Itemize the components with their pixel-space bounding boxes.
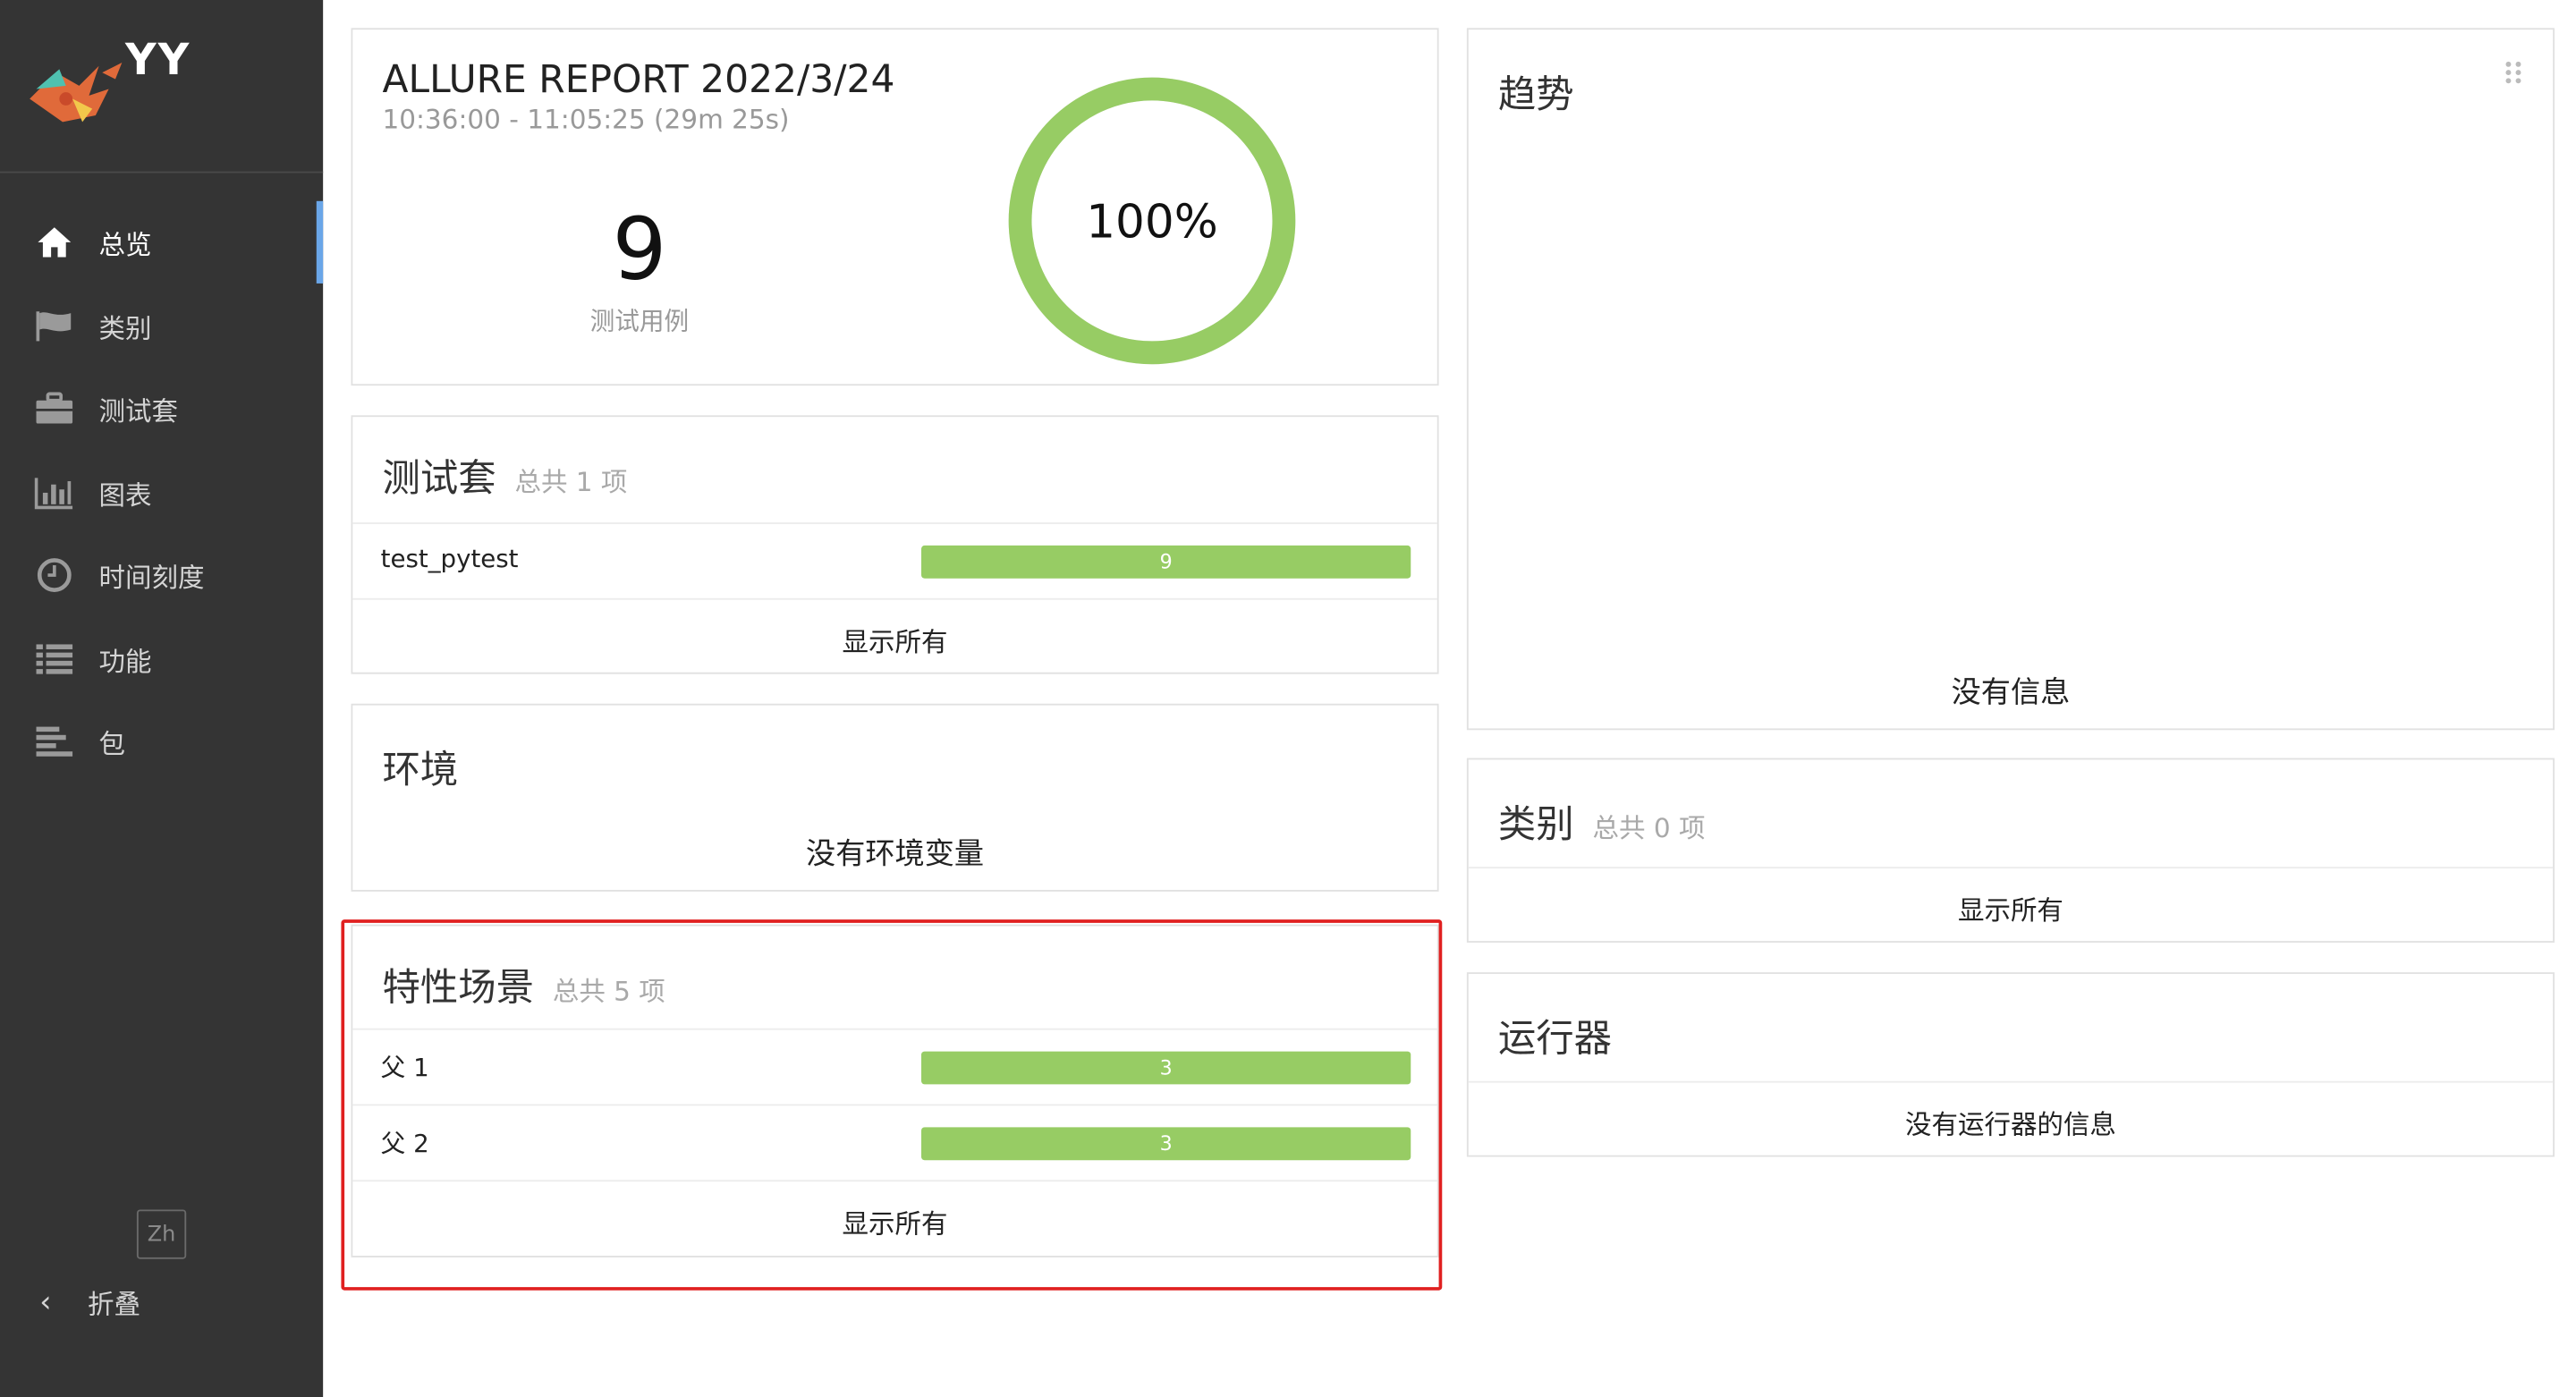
suites-title-row: 测试套 总共 1 项 [352,446,627,503]
sidebar-item-overview[interactable]: 总览 [0,200,324,284]
sidebar-item-label: 包 [98,728,126,760]
sidebar-nav: 总览 类别 测试套 图表 时间刻度 功能 包 [0,200,324,783]
brand-title[interactable]: YY [125,37,191,86]
show-all-row: 显示所有 [1468,867,2554,944]
test-count-label: 测试用例 [589,306,690,336]
trend-widget: 趋势 没有信息 [1466,28,2555,731]
environment-empty-message: 没有环境变量 [806,837,985,872]
clock-icon [33,555,76,597]
sidebar-item-behaviors[interactable]: 功能 [0,617,323,700]
chevron-left-icon: ‹ [39,1284,52,1320]
sidebar-item-packages[interactable]: 包 [0,700,323,783]
collapse-button[interactable]: ‹ 折叠 [0,1275,323,1328]
sidebar-item-label: 时间刻度 [98,562,205,594]
show-all-button[interactable]: 显示所有 [352,620,1436,659]
executors-empty-message: 没有运行器的信息 [1905,1109,2116,1141]
sidebar-item-graphs[interactable]: 图表 [0,451,323,534]
report-title: ALLURE REPORT 2022/3/24 [382,59,895,103]
categories-title: 类别 [1497,804,1574,848]
sidebar: YY 总览 类别 测试套 图表 时间刻度 功能 包 Zh ‹ 折叠 [0,0,324,1397]
sidebar-item-label: 类别 [98,312,152,344]
suites-count: 总共 1 项 [514,466,628,498]
drag-handle-icon[interactable] [2504,59,2523,85]
environment-title: 环境 [382,749,459,793]
bar-chart-icon [33,471,76,514]
sidebar-item-timeline[interactable]: 时间刻度 [0,534,323,617]
sidebar-item-label: 测试套 [98,395,179,428]
show-all-button[interactable]: 显示所有 [1469,888,2553,927]
sidebar-item-label: 功能 [98,645,152,677]
summary-widget: ALLURE REPORT 2022/3/24 10:36:00 - 11:05… [351,28,1439,386]
brand: YY [0,0,324,174]
passed-bar[interactable]: 9 [921,545,1411,579]
sidebar-item-label: 总览 [98,229,152,261]
executors-widget: 运行器 没有运行器的信息 [1466,972,2555,1159]
trend-empty-message: 没有信息 [1951,675,2071,711]
executors-title: 运行器 [1497,1018,1613,1062]
categories-count: 总共 0 项 [1592,812,1706,844]
flag-icon [33,304,76,347]
table-row[interactable]: test_pytest 9 [352,522,1437,598]
test-count: 9 [612,200,667,301]
suites-title: 测试套 [382,458,496,502]
home-icon [33,221,76,264]
categories-widget: 类别 总共 0 项 显示所有 [1466,758,2555,944]
trend-title: 趋势 [1497,73,1574,117]
sidebar-item-label: 图表 [98,478,152,511]
suites-widget: 测试套 总共 1 项 test_pytest 9 显示所有 [351,415,1439,676]
report-time-range: 10:36:00 - 11:05:25 (29m 25s) [382,104,790,136]
environment-widget: 环境 没有环境变量 [351,703,1439,892]
language-switch-button[interactable]: Zh [136,1209,187,1259]
executors-message-row: 没有运行器的信息 [1468,1080,2554,1159]
pass-rate-percent: 100% [1086,194,1218,250]
sidebar-item-categories[interactable]: 类别 [0,284,323,368]
suite-name: test_pytest [380,544,519,574]
logo-icon [30,63,123,123]
highlight-box [341,919,1443,1291]
categories-title-row: 类别 总共 0 项 [1469,792,1706,849]
show-all-row: 显示所有 [352,597,1437,676]
align-left-icon [33,721,76,764]
collapse-label: 折叠 [88,1288,141,1320]
briefcase-icon [33,387,76,430]
sidebar-item-suites[interactable]: 测试套 [0,368,323,451]
list-icon [33,638,76,681]
